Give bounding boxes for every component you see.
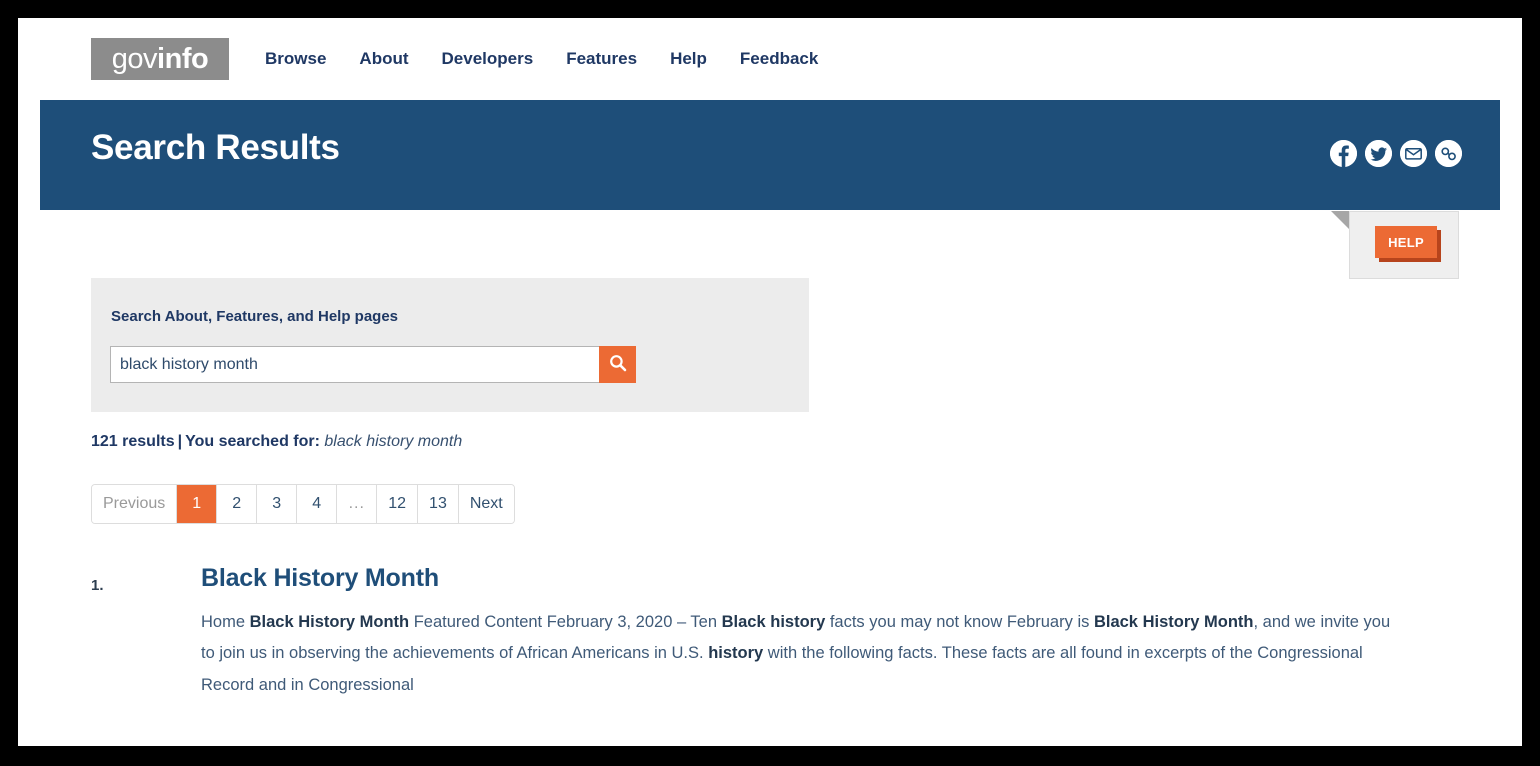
search-row: [110, 346, 636, 383]
social-share-group: [1330, 140, 1462, 167]
page-title: Search Results: [91, 128, 340, 167]
result-body: Black History Month Home Black History M…: [201, 563, 1431, 701]
pagination-page-2[interactable]: 2: [217, 485, 258, 523]
result-title-link[interactable]: Black History Month: [201, 563, 439, 593]
pagination-previous[interactable]: Previous: [92, 485, 178, 523]
searched-query: black history month: [324, 433, 463, 450]
pagination-next[interactable]: Next: [458, 485, 514, 523]
search-panel: Search About, Features, and Help pages: [91, 278, 809, 412]
nav-link-developers[interactable]: Developers: [442, 49, 534, 69]
result-snippet: Home Black History Month Featured Conten…: [201, 613, 1391, 694]
results-meta-separator: |: [177, 433, 183, 450]
nav-links: Browse About Developers Features Help Fe…: [265, 49, 851, 69]
result-number: 1.: [91, 577, 104, 594]
results-count: 121 results: [91, 433, 175, 450]
help-button[interactable]: HELP: [1375, 226, 1437, 258]
facebook-icon[interactable]: [1330, 140, 1357, 167]
search-submit-button[interactable]: [599, 346, 636, 383]
top-navigation-bar: gov info Browse About Developers Features…: [18, 18, 1522, 100]
nav-link-features[interactable]: Features: [566, 49, 637, 69]
pagination-page-3[interactable]: 3: [257, 485, 298, 523]
pagination-page-1[interactable]: 1: [177, 485, 218, 523]
nav-link-feedback[interactable]: Feedback: [740, 49, 818, 69]
pagination-page-4[interactable]: 4: [297, 485, 338, 523]
pagination-ellipsis: ...: [337, 485, 378, 523]
twitter-icon[interactable]: [1365, 140, 1392, 167]
searched-for-label: You searched for:: [185, 433, 320, 450]
search-result-item: 1. Black History Month Home Black Histor…: [91, 563, 1431, 701]
browser-page: gov info Browse About Developers Features…: [18, 18, 1522, 746]
results-meta: 121 results | You searched for: black hist…: [91, 433, 462, 451]
help-tab-box: HELP: [1349, 211, 1459, 279]
help-tab[interactable]: HELP: [1331, 211, 1459, 279]
search-input[interactable]: [110, 346, 599, 383]
pagination-page-13[interactable]: 13: [418, 485, 459, 523]
pagination-page-12[interactable]: 12: [377, 485, 419, 523]
nav-link-help[interactable]: Help: [670, 49, 707, 69]
search-icon: [609, 354, 627, 375]
pagination: Previous 1 2 3 4 ... 12 13 Next: [91, 484, 515, 524]
logo-text-bold: info: [157, 42, 209, 75]
logo-text-light: gov: [111, 42, 158, 75]
email-icon[interactable]: [1400, 140, 1427, 167]
help-tab-corner: [1331, 211, 1349, 229]
link-icon[interactable]: [1435, 140, 1462, 167]
search-panel-label: Search About, Features, and Help pages: [111, 308, 399, 325]
page-banner: Search Results: [40, 100, 1500, 210]
nav-link-about[interactable]: About: [359, 49, 408, 69]
nav-link-browse[interactable]: Browse: [265, 49, 326, 69]
govinfo-logo[interactable]: gov info: [91, 38, 229, 80]
